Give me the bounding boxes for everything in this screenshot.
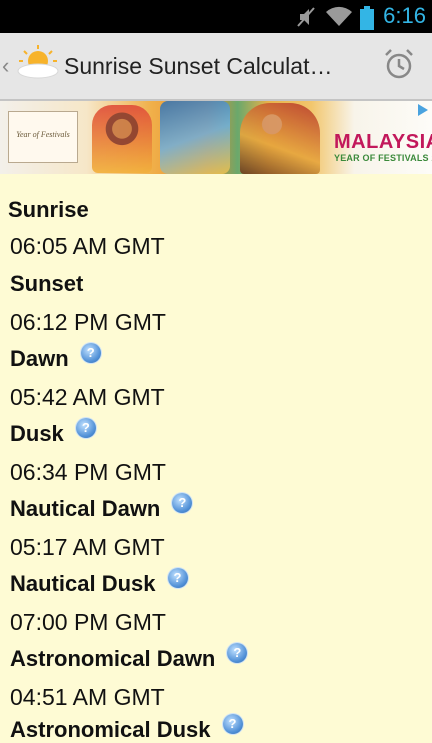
sun-cloud-logo[interactable] — [16, 45, 60, 84]
up-caret-icon[interactable]: ‹ — [2, 53, 9, 79]
ad-image — [160, 101, 230, 174]
mute-icon — [296, 6, 316, 33]
ad-banner[interactable]: Year of Festivals MALAYSIA YEAR OF FESTI… — [0, 101, 432, 174]
action-bar: ‹ Sunrise Sunset Calculat… — [0, 33, 432, 101]
app-title: Sunrise Sunset Calculat… — [64, 53, 333, 79]
list-item-value: 05:17 AM GMT — [10, 534, 165, 560]
list-item-value: 06:05 AM GMT — [10, 233, 165, 259]
help-icon[interactable]: ? — [80, 343, 101, 363]
alarm-clock-icon[interactable] — [382, 47, 416, 86]
help-icon[interactable]: ? — [172, 493, 193, 513]
list-item-label: Astronomical Dawn ? — [10, 643, 248, 672]
ad-image — [92, 105, 152, 173]
status-bar: 6:16 — [0, 0, 432, 33]
list-item-label: Nautical Dusk ? — [10, 568, 188, 597]
ad-brand: MALAYSIA — [334, 131, 432, 153]
help-icon[interactable]: ? — [75, 418, 96, 438]
battery-icon — [360, 6, 374, 35]
help-icon[interactable]: ? — [222, 714, 243, 734]
ad-info-icon[interactable] — [416, 103, 430, 122]
wifi-icon — [325, 6, 353, 33]
list-item-value: 05:42 AM GMT — [10, 384, 165, 410]
ad-logo: Year of Festivals — [8, 111, 78, 163]
list-item-label: Nautical Dawn ? — [10, 493, 193, 522]
list-item-label: Sunset — [10, 271, 84, 296]
list-item-label: Dawn ? — [10, 343, 101, 372]
list-item-label: Dusk ? — [10, 418, 96, 447]
ad-tagline: YEAR OF FESTIVALS 2015 — [334, 153, 432, 163]
ad-image — [240, 103, 320, 174]
clock-time: 6:16 — [383, 3, 426, 28]
help-icon[interactable]: ? — [227, 643, 248, 663]
list-item-label: Sunrise — [8, 197, 89, 222]
list-item-value: 04:51 AM GMT — [10, 684, 165, 710]
list-item-value: 06:34 PM GMT — [10, 459, 166, 485]
list-item-value: 06:12 PM GMT — [10, 309, 166, 335]
help-icon[interactable]: ? — [167, 568, 188, 588]
list-item-label: Astronomical Dusk ? — [10, 714, 243, 743]
list-item-value: 07:00 PM GMT — [10, 609, 166, 635]
